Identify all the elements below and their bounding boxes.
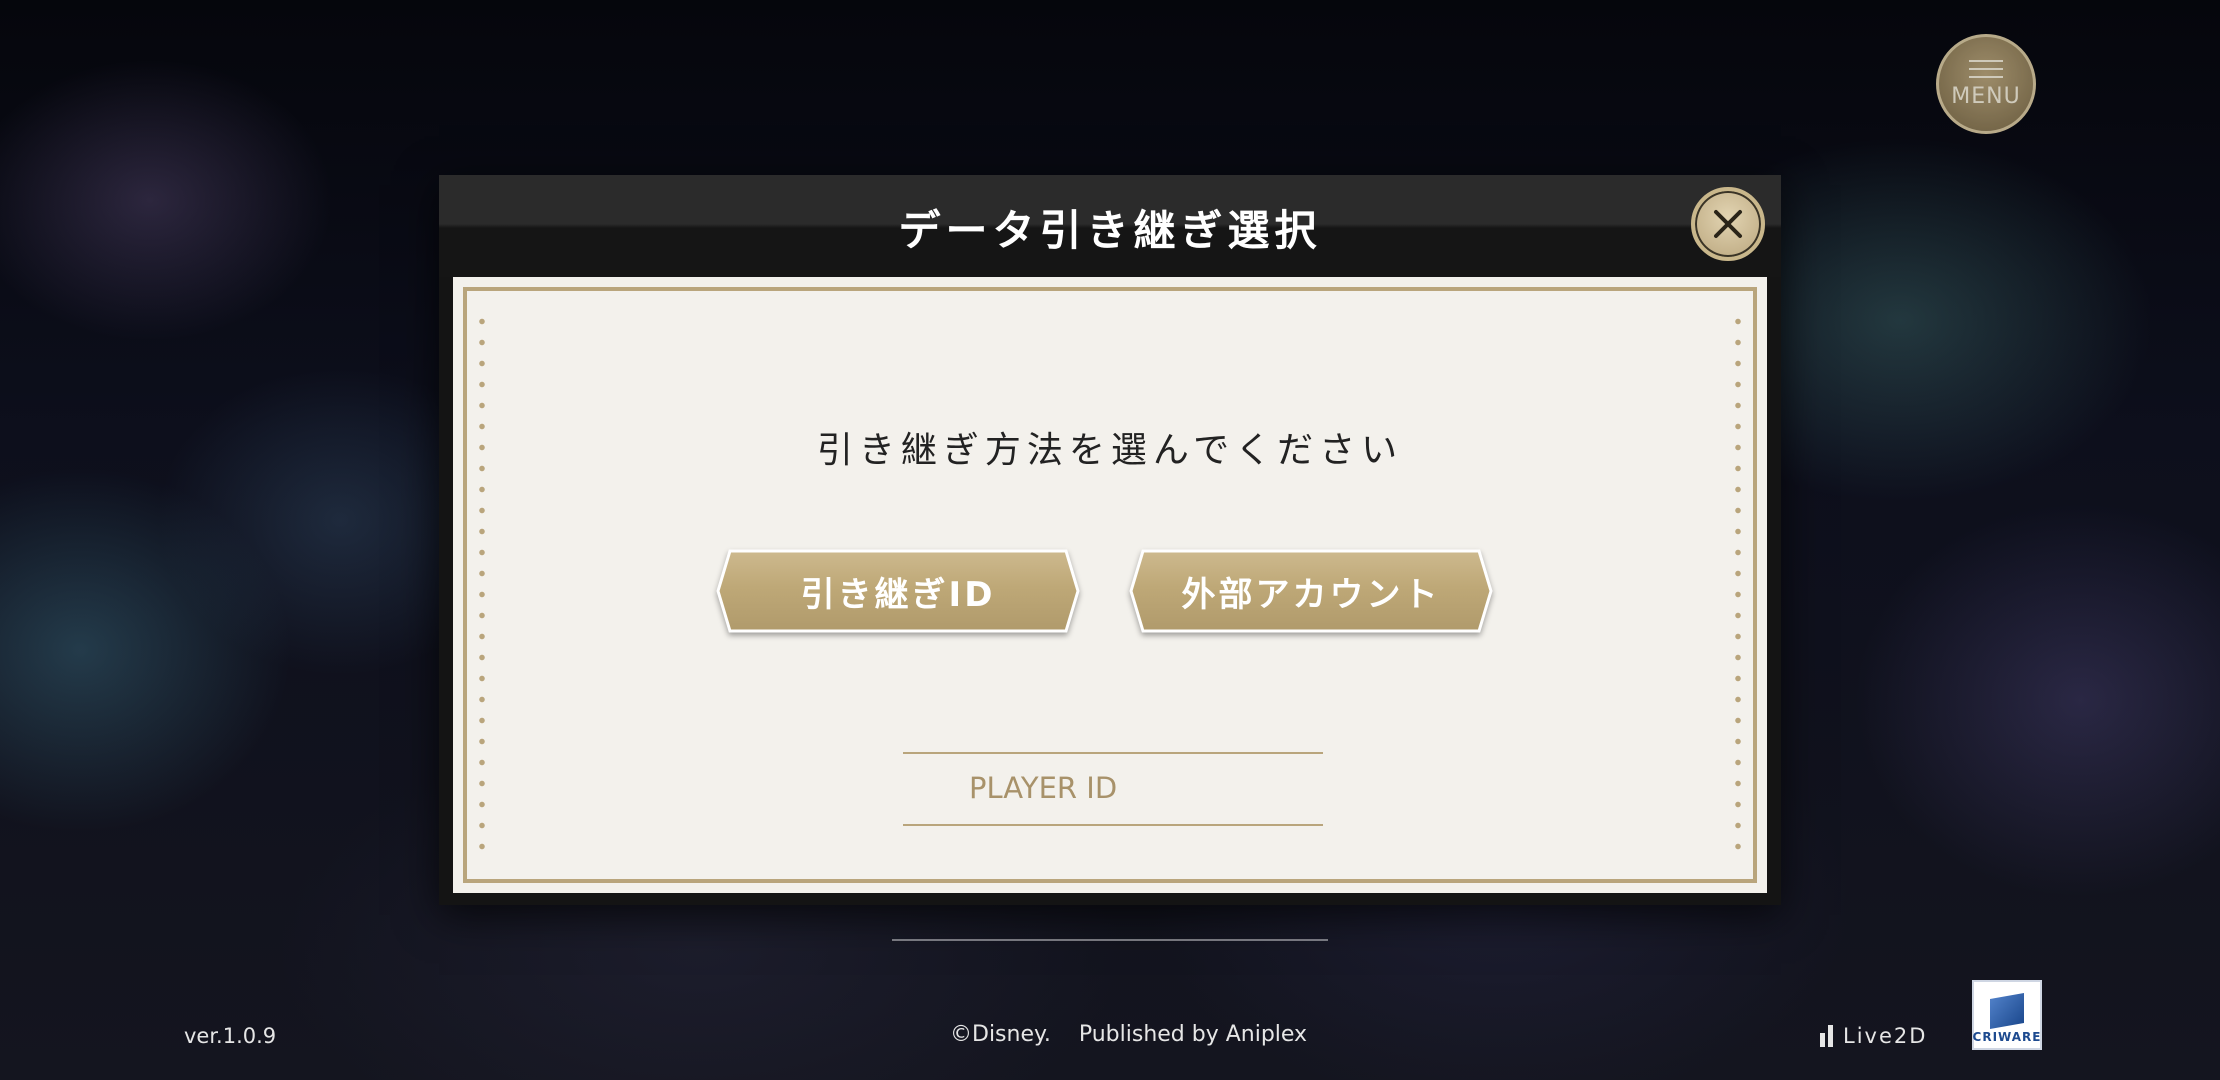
live2d-icon	[1820, 1025, 1833, 1047]
external-account-button[interactable]: 外部アカウント	[1129, 549, 1493, 633]
menu-button[interactable]: MENU	[1936, 34, 2036, 134]
criware-label: CRIWARE	[1972, 1030, 2042, 1044]
live2d-logo: Live2D	[1820, 1024, 1927, 1048]
player-id-bottom-line	[903, 824, 1323, 826]
background-divider	[892, 939, 1328, 941]
data-transfer-dialog: データ引き継ぎ選択 引き継ぎ方法を選んでください 引き継ぎID 外部アカウント …	[439, 175, 1781, 905]
copyright-text: ©Disney. Published by Aniplex	[950, 1022, 1308, 1047]
transfer-id-button[interactable]: 引き継ぎID	[716, 549, 1080, 633]
version-text: ver.1.0.9	[184, 1024, 277, 1048]
menu-label: MENU	[1951, 83, 2021, 109]
criware-logo: CRIWARE	[1972, 980, 2042, 1050]
close-button[interactable]	[1691, 187, 1765, 261]
transfer-id-label: 引き継ぎID	[800, 574, 996, 615]
close-icon	[1714, 210, 1742, 238]
panel-frame: 引き継ぎ方法を選んでください 引き継ぎID 外部アカウント PLAYER ID	[463, 287, 1757, 883]
player-id-label: PLAYER ID	[969, 771, 1118, 805]
criware-icon	[1990, 993, 2024, 1029]
external-account-label: 外部アカウント	[1181, 574, 1441, 615]
transfer-prompt: 引き継ぎ方法を選んでください	[816, 430, 1404, 471]
dialog-panel: 引き継ぎ方法を選んでください 引き継ぎID 外部アカウント PLAYER ID	[453, 277, 1767, 893]
dialog-title: データ引き継ぎ選択	[898, 206, 1322, 255]
hamburger-icon	[1969, 59, 2003, 78]
dialog-header: データ引き継ぎ選択	[439, 175, 1781, 277]
player-id-top-line	[903, 752, 1323, 754]
decorative-dots-right	[1735, 311, 1741, 859]
decorative-dots-left	[479, 311, 485, 859]
live2d-label: Live2D	[1843, 1024, 1928, 1048]
